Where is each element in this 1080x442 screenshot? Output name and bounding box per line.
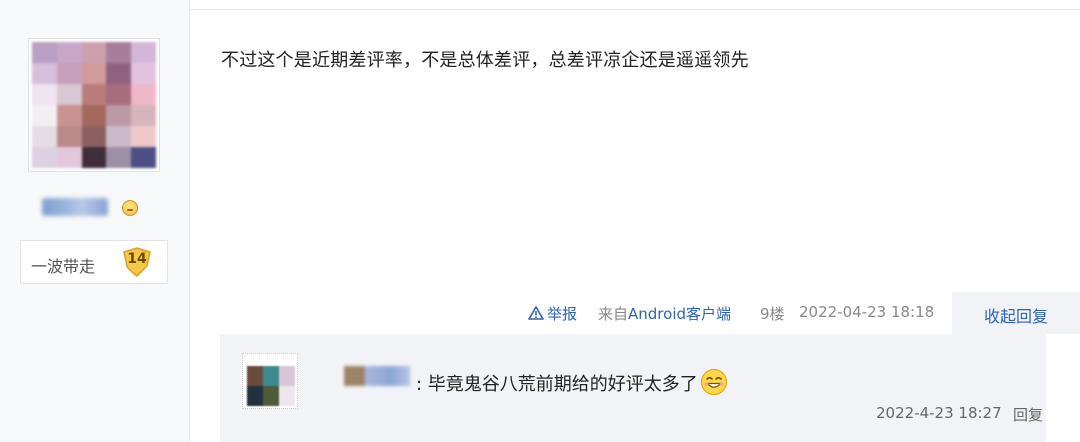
warning-icon — [528, 306, 544, 320]
post-divider — [190, 9, 1080, 10]
user-level-icon — [122, 200, 138, 216]
reply-text: : 毕竟鬼谷八荒前期给的好评太多了 — [416, 374, 698, 395]
smiling-face-emoji-icon — [700, 368, 727, 396]
reply-username-blurred[interactable] — [344, 366, 410, 386]
reply-avatar[interactable] — [242, 353, 298, 409]
source-prefix: 来自 — [598, 305, 629, 323]
post-source: 来自Android客户端 — [598, 303, 731, 324]
avatar-image — [32, 42, 156, 168]
author-username-blurred[interactable] — [42, 198, 108, 216]
fan-level: 14 — [127, 251, 147, 267]
reply-list: : 毕竟鬼谷八荒前期给的好评太多了 2022-4-23 18:27 回复 — [220, 334, 1046, 442]
reply-content: : 毕竟鬼谷八荒前期给的好评太多了 — [416, 368, 728, 396]
source-client-link[interactable]: Android客户端 — [628, 305, 731, 323]
post-time: 2022-04-23 18:18 — [799, 303, 935, 321]
collapse-replies-button[interactable]: 收起回复 — [952, 292, 1080, 334]
report-label: 举报 — [547, 305, 578, 323]
post-floor: 9楼 — [760, 305, 785, 323]
reply-button[interactable]: 回复 — [1013, 404, 1043, 425]
post-content: 不过这个是近期差评率，不是总体差评，总差评凉企还是遥遥领先 — [221, 50, 749, 71]
fan-badge[interactable]: 一波带走 14 — [20, 240, 168, 284]
report-link[interactable]: 举报 — [528, 303, 577, 324]
fan-badge-label: 一波带走 — [31, 257, 96, 276]
reply-time: 2022-4-23 18:27 — [876, 404, 1002, 422]
author-avatar[interactable] — [28, 38, 160, 172]
reply-avatar-image — [247, 366, 295, 406]
